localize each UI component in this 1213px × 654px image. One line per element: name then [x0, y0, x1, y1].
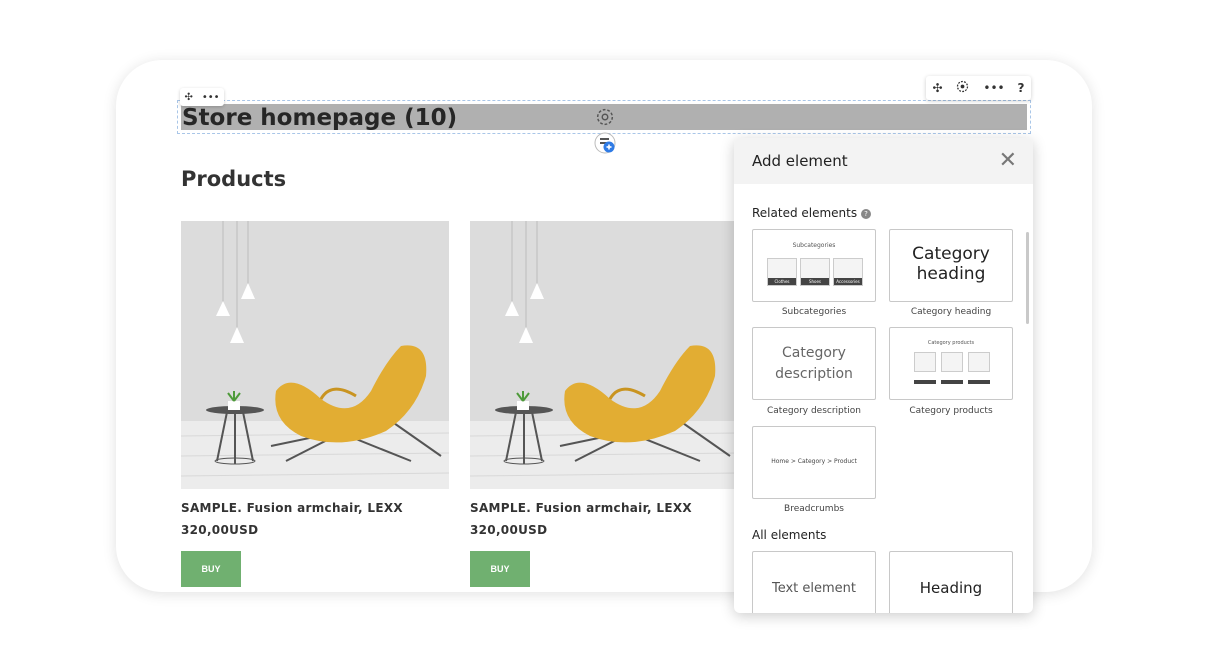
panel-body: Related elements ? Subcategories Clothes… [734, 184, 1033, 613]
thumb-button [914, 380, 936, 384]
element-tile-category-products[interactable]: Category products [889, 327, 1013, 400]
help-icon[interactable]: ? [1018, 81, 1025, 95]
thumb: Clothes [767, 258, 797, 286]
gear-icon[interactable] [955, 79, 970, 97]
element-tile-breadcrumbs[interactable]: Home > Category > Product [752, 426, 876, 499]
add-element-icon[interactable] [594, 132, 616, 154]
info-icon[interactable]: ? [860, 208, 871, 219]
thumb [914, 352, 936, 372]
block-mini-toolbar: ✣ ••• [180, 88, 224, 106]
product-image[interactable] [470, 221, 738, 489]
tile-caption: Breadcrumbs [784, 504, 844, 514]
panel-header: Add element ✕ [734, 138, 1033, 184]
thumb [941, 352, 963, 372]
gear-icon[interactable] [594, 106, 616, 128]
tile-preview-title: Category products [927, 340, 975, 346]
element-tile-heading[interactable]: Heading [889, 551, 1013, 613]
buy-button[interactable]: BUY [181, 551, 241, 587]
more-icon[interactable]: ••• [983, 81, 1004, 95]
product-image[interactable] [181, 221, 449, 489]
element-tile-subcategories[interactable]: Subcategories Clothes Shoes Accessories [752, 229, 876, 302]
related-elements-label: Related elements ? [752, 206, 871, 220]
tile-preview-text: Text element [771, 581, 857, 596]
thumb-button [968, 380, 990, 384]
tile-preview-text: Heading [919, 579, 983, 597]
move-icon[interactable]: ✣ [184, 92, 192, 103]
thumb: Accessories [833, 258, 863, 286]
page-title: Store homepage (10) [182, 105, 458, 131]
product-name[interactable]: SAMPLE. Fusion armchair, LEXX [470, 501, 738, 515]
element-tile-category-heading[interactable]: Category heading [889, 229, 1013, 302]
tile-caption: Category description [766, 406, 861, 416]
products-heading: Products [181, 167, 287, 191]
buy-button[interactable]: BUY [470, 551, 530, 587]
tile-preview-text: Category heading [912, 244, 990, 284]
element-tile-category-description[interactable]: Category description [752, 327, 876, 400]
tile-preview-text: Category description [775, 345, 853, 382]
element-tile-text[interactable]: Text element [752, 551, 876, 613]
product-name[interactable]: SAMPLE. Fusion armchair, LEXX [181, 501, 449, 515]
product-price: 320,00USD [181, 523, 259, 537]
move-icon[interactable]: ✣ [932, 81, 942, 95]
tile-caption: Category products [909, 406, 993, 416]
close-icon[interactable]: ✕ [999, 150, 1017, 172]
block-toolbar: ✣ ••• ? [926, 76, 1031, 100]
tile-caption: Subcategories [781, 307, 847, 317]
tile-preview-title: Subcategories [792, 242, 836, 249]
product-card: SAMPLE. Fusion armchair, LEXX 320,00USD … [470, 221, 738, 587]
thumb-button [941, 380, 963, 384]
all-elements-label: All elements [752, 528, 827, 542]
more-icon[interactable]: ••• [202, 92, 220, 103]
tile-preview-text: Home > Category > Product [771, 458, 857, 465]
product-card: SAMPLE. Fusion armchair, LEXX 320,00USD … [181, 221, 449, 587]
tile-caption: Category heading [910, 307, 992, 317]
product-price: 320,00USD [470, 523, 548, 537]
panel-title: Add element [752, 152, 848, 170]
thumb: Shoes [800, 258, 830, 286]
add-element-panel: Add element ✕ Related elements ? Subcate… [734, 138, 1033, 613]
thumb [968, 352, 990, 372]
scrollbar[interactable] [1026, 232, 1029, 324]
